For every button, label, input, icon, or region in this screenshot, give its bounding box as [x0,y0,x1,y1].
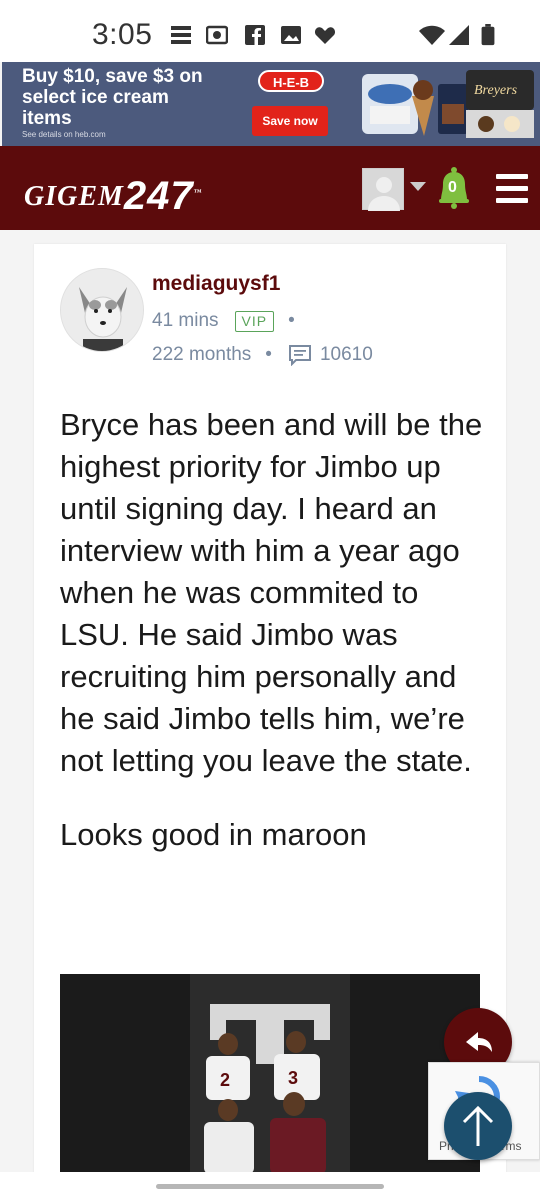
menu-icon[interactable] [496,174,528,204]
post-meta-line1: 41 mins VIP • [152,310,295,332]
post-meta-line2: 222 months • 10610 [152,344,373,366]
save-now-button[interactable]: Save now [252,106,328,136]
heb-logo: H-E-B [258,70,324,92]
site-header: GIGEM247™ 0 [0,146,540,230]
svg-text:2: 2 [220,1070,230,1090]
ice-cream-products-image: Breyers [362,70,534,138]
players-photo-image: 2 3 [60,974,480,1174]
camera-icon [206,25,228,45]
member-tenure: 222 months [152,344,252,365]
home-gesture-pill[interactable] [156,1184,384,1189]
post-paragraph: Bryce has been and will be the highest p… [60,407,483,778]
notification-count: 0 [448,179,457,196]
status-bar: 3:05 [0,0,540,62]
ad-banner[interactable]: Buy $10, save $3 on select ice cream ite… [2,62,540,146]
svg-text:Breyers: Breyers [474,83,518,98]
arrow-up-icon [462,1105,494,1146]
svg-text:3: 3 [288,1068,298,1088]
vip-badge: VIP [234,310,275,332]
scroll-to-top-button[interactable] [444,1092,512,1160]
site-logo-number: 247 [123,174,194,218]
facebook-icon [245,25,265,45]
post-time[interactable]: 41 mins [152,310,219,332]
message-icon [288,345,311,366]
ad-headline: Buy $10, save $3 on select ice cream ite… [22,66,203,129]
site-logo[interactable]: GIGEM247™ [24,170,203,218]
post-count: 10610 [319,344,373,365]
author-avatar[interactable] [60,268,144,352]
site-logo-text: GIGEM [24,181,124,212]
status-time: 3:05 [92,18,153,51]
user-avatar[interactable] [362,168,404,211]
post-paragraph: Looks good in maroon [60,817,367,852]
ad-fine-print: See details on heb.com [22,130,106,139]
separator-dot: • [288,310,295,331]
chevron-down-icon[interactable] [410,182,426,191]
author-name[interactable]: mediaguysf1 [152,272,280,296]
post-body: Bryce has been and will be the highest p… [60,404,490,888]
battery-icon [481,24,495,46]
post-card: mediaguysf1 41 mins VIP • 222 months • 1… [34,244,506,1200]
dog-avatar-image [61,269,143,351]
post-photo[interactable]: 2 3 [60,974,480,1174]
signal-icon [449,25,469,45]
system-nav-bar [0,1172,540,1200]
list-icon [171,26,191,44]
image-icon [281,26,301,44]
separator-dot: • [265,344,272,365]
wifi-icon [419,25,445,45]
heart-icon [314,27,336,44]
user-silhouette-icon [368,177,400,211]
